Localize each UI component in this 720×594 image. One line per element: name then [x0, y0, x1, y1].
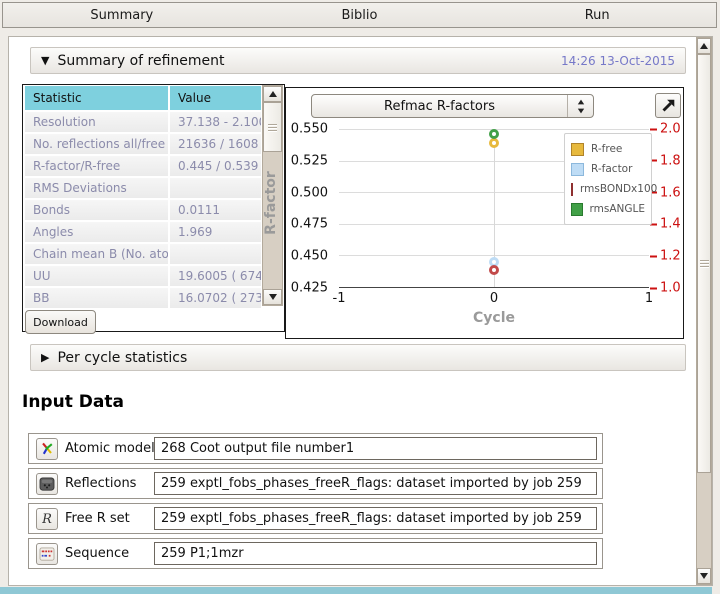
job-timestamp: 14:26 13-Oct-2015: [561, 54, 675, 68]
input-label: Free R set: [65, 504, 130, 533]
col-header-value: Value: [170, 86, 261, 110]
data-point-rmsBONDx100: [489, 265, 499, 275]
arrow-down-icon: [700, 573, 708, 579]
grip-icon: [700, 260, 709, 261]
input-row-free-r-set: R Free R set: [28, 503, 603, 534]
section-title: Per cycle statistics: [57, 350, 187, 366]
scroll-up-button[interactable]: [697, 38, 711, 54]
reflections-field[interactable]: [154, 472, 597, 495]
input-row-reflections: Reflections: [28, 468, 603, 499]
legend-swatch-rmsbond: [571, 183, 573, 196]
x-axis-title: Cycle: [339, 310, 649, 326]
section-summary-of-refinement[interactable]: ▼ Summary of refinement 14:26 13-Oct-201…: [30, 47, 686, 74]
export-chart-button[interactable]: [655, 93, 681, 118]
table-row: R-factor/R-free 0.445 / 0.539: [25, 156, 261, 176]
tab-summary[interactable]: Summary: [3, 3, 241, 27]
tab-run[interactable]: Run: [478, 3, 716, 27]
table-row: Resolution 37.138 - 2.100: [25, 112, 261, 132]
input-data-heading: Input Data: [22, 392, 124, 412]
section-per-cycle-statistics[interactable]: ▶ Per cycle statistics: [30, 344, 686, 371]
scroll-down-button[interactable]: [263, 289, 282, 305]
left-axis-ticks: 0.550 0.525 0.500 0.475 0.450 0.425: [286, 129, 334, 288]
chart-selector-dropdown[interactable]: Refmac R-factors: [311, 94, 594, 118]
legend-item: rmsANGLE: [571, 199, 645, 219]
section-title: Summary of refinement: [57, 53, 224, 69]
scroll-down-button[interactable]: [697, 568, 711, 584]
export-arrow-icon: [659, 97, 677, 115]
x-axis-ticks: -1 0 1: [339, 291, 649, 307]
table-row: BB 16.0702 ( 273 ): [25, 288, 261, 308]
free-r-set-field[interactable]: [154, 507, 597, 530]
spinner-arrows-icon: [567, 95, 593, 117]
tab-biblio[interactable]: Biblio: [241, 3, 479, 27]
free-r-icon[interactable]: R: [36, 508, 58, 530]
col-header-statistic: Statistic: [25, 86, 168, 110]
scrollbar-thumb[interactable]: [697, 54, 711, 473]
chart-legend: R-free R-factor rmsBONDx100 rmsANGLE: [564, 133, 652, 225]
legend-swatch-rmsangle: [571, 203, 583, 216]
download-button[interactable]: Download: [25, 310, 96, 334]
grip-icon: [268, 124, 277, 125]
arrow-down-icon: [269, 294, 277, 300]
table-row: Chain mean B (No. atoms): [25, 244, 261, 264]
chart-panel: Refmac R-factors 0.550 0.525 0.500 0.475…: [285, 87, 684, 339]
collapse-down-icon: ▼: [41, 54, 49, 67]
table-row: RMS Deviations: [25, 178, 261, 198]
table-row: No. reflections all/free 21636 / 1608: [25, 134, 261, 154]
y-axis-title: R-factor: [263, 158, 281, 248]
legend-swatch-r-factor: [571, 163, 584, 176]
collapse-right-icon: ▶: [41, 351, 49, 364]
input-label: Reflections: [65, 469, 136, 498]
top-tab-bar: Summary Biblio Run: [2, 2, 717, 28]
scroll-up-button[interactable]: [263, 86, 282, 102]
legend-item: R-factor: [571, 159, 645, 179]
arrow-up-icon: [269, 91, 277, 97]
data-point-rmsANGLE: [489, 129, 499, 139]
legend-item: rmsBONDx100: [571, 179, 645, 199]
page-scrollbar[interactable]: [696, 37, 712, 585]
input-label: Sequence: [65, 539, 129, 568]
chart-selector-value: Refmac R-factors: [312, 99, 567, 114]
right-axis-ticks: 2.0 1.8 1.6 1.4 1.2 1.0: [650, 129, 684, 288]
sequence-field[interactable]: [154, 542, 597, 565]
input-label: Atomic model: [65, 434, 155, 463]
sequence-icon[interactable]: [36, 543, 58, 565]
table-row: Angles 1.969: [25, 222, 261, 242]
tick-mark: [650, 128, 657, 130]
atomic-model-icon[interactable]: [36, 438, 58, 460]
reflections-icon[interactable]: [36, 473, 58, 495]
bottom-scrollbar[interactable]: [0, 587, 712, 594]
input-row-atomic-model: Atomic model: [28, 433, 603, 464]
statistics-table-panel: Statistic Value Resolution 37.138 - 2.10…: [22, 84, 285, 332]
scrollbar-thumb[interactable]: [263, 102, 282, 152]
table-header-row: Statistic Value: [25, 86, 261, 110]
table-row: UU 19.6005 ( 674 ): [25, 266, 261, 286]
input-row-sequence: Sequence: [28, 538, 603, 569]
table-row: Bonds 0.0111: [25, 200, 261, 220]
legend-item: R-free: [571, 139, 645, 159]
data-point-R-free: [489, 138, 499, 148]
app-window: Summary Biblio Run ▼ Summary of refineme…: [0, 0, 720, 594]
arrow-up-icon: [700, 43, 708, 49]
legend-swatch-r-free: [571, 143, 584, 156]
statistics-table: Statistic Value Resolution 37.138 - 2.10…: [25, 86, 261, 310]
atomic-model-field[interactable]: [154, 437, 597, 460]
